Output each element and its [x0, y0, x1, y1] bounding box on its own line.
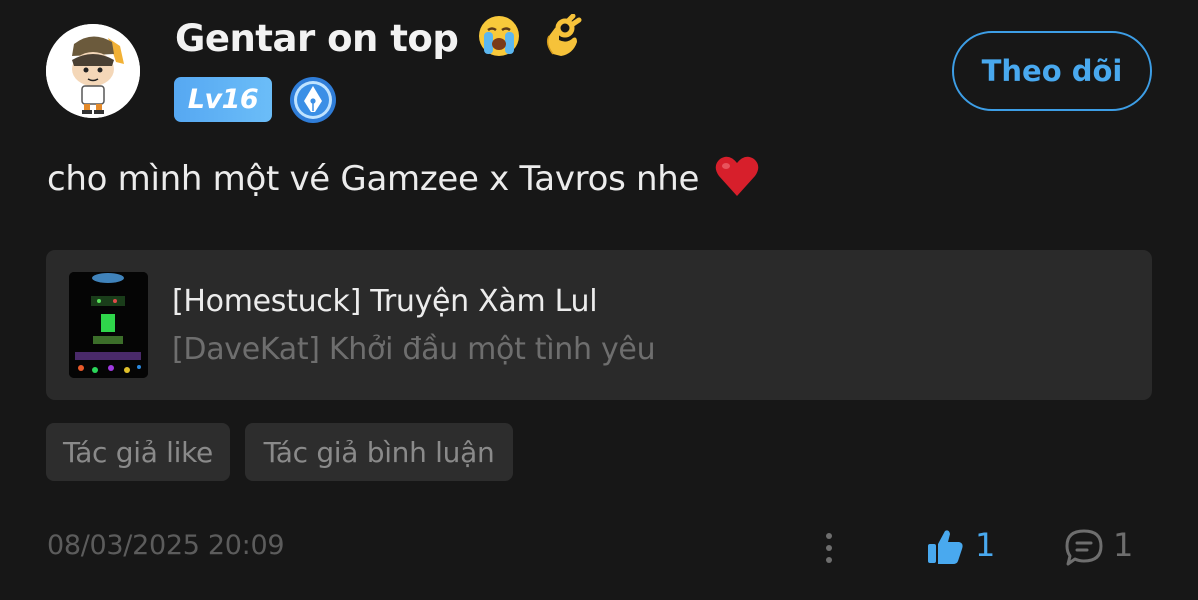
crying-face-icon — [477, 14, 521, 67]
thumbs-up-icon[interactable] — [925, 527, 965, 567]
follow-button[interactable]: Theo dõi — [952, 31, 1152, 111]
story-cover-image — [69, 272, 148, 378]
level-badge: Lv16 — [174, 77, 272, 122]
author-commented-tag: Tác giả bình luận — [245, 423, 513, 481]
comment-count: 1 — [1113, 526, 1134, 564]
like-count: 1 — [975, 526, 996, 564]
more-vertical-icon[interactable] — [818, 530, 840, 566]
comment-icon[interactable] — [1063, 527, 1105, 569]
comment-body: cho mình một vé Gamzee x Tavros nhe — [47, 159, 700, 199]
comment-item: Gentar on top Lv16 Theo dõi cho mình một… — [0, 0, 1198, 600]
story-title: [Homestuck] Truyện Xàm Lul — [172, 284, 598, 319]
heart-icon — [714, 154, 760, 207]
story-card[interactable]: [Homestuck] Truyện Xàm Lul [DaveKat] Khở… — [46, 250, 1152, 400]
timestamp: 08/03/2025 20:09 — [47, 530, 285, 561]
avatar[interactable] — [46, 24, 140, 118]
story-chapter: [DaveKat] Khởi đầu một tình yêu — [172, 332, 656, 367]
username[interactable]: Gentar on top — [175, 13, 583, 67]
pen-nib-icon — [288, 75, 338, 125]
comment-text: cho mình một vé Gamzee x Tavros nhe — [47, 154, 760, 207]
author-liked-tag: Tác giả like — [46, 423, 230, 481]
ok-hand-icon — [539, 13, 583, 67]
username-text: Gentar on top — [175, 17, 459, 60]
